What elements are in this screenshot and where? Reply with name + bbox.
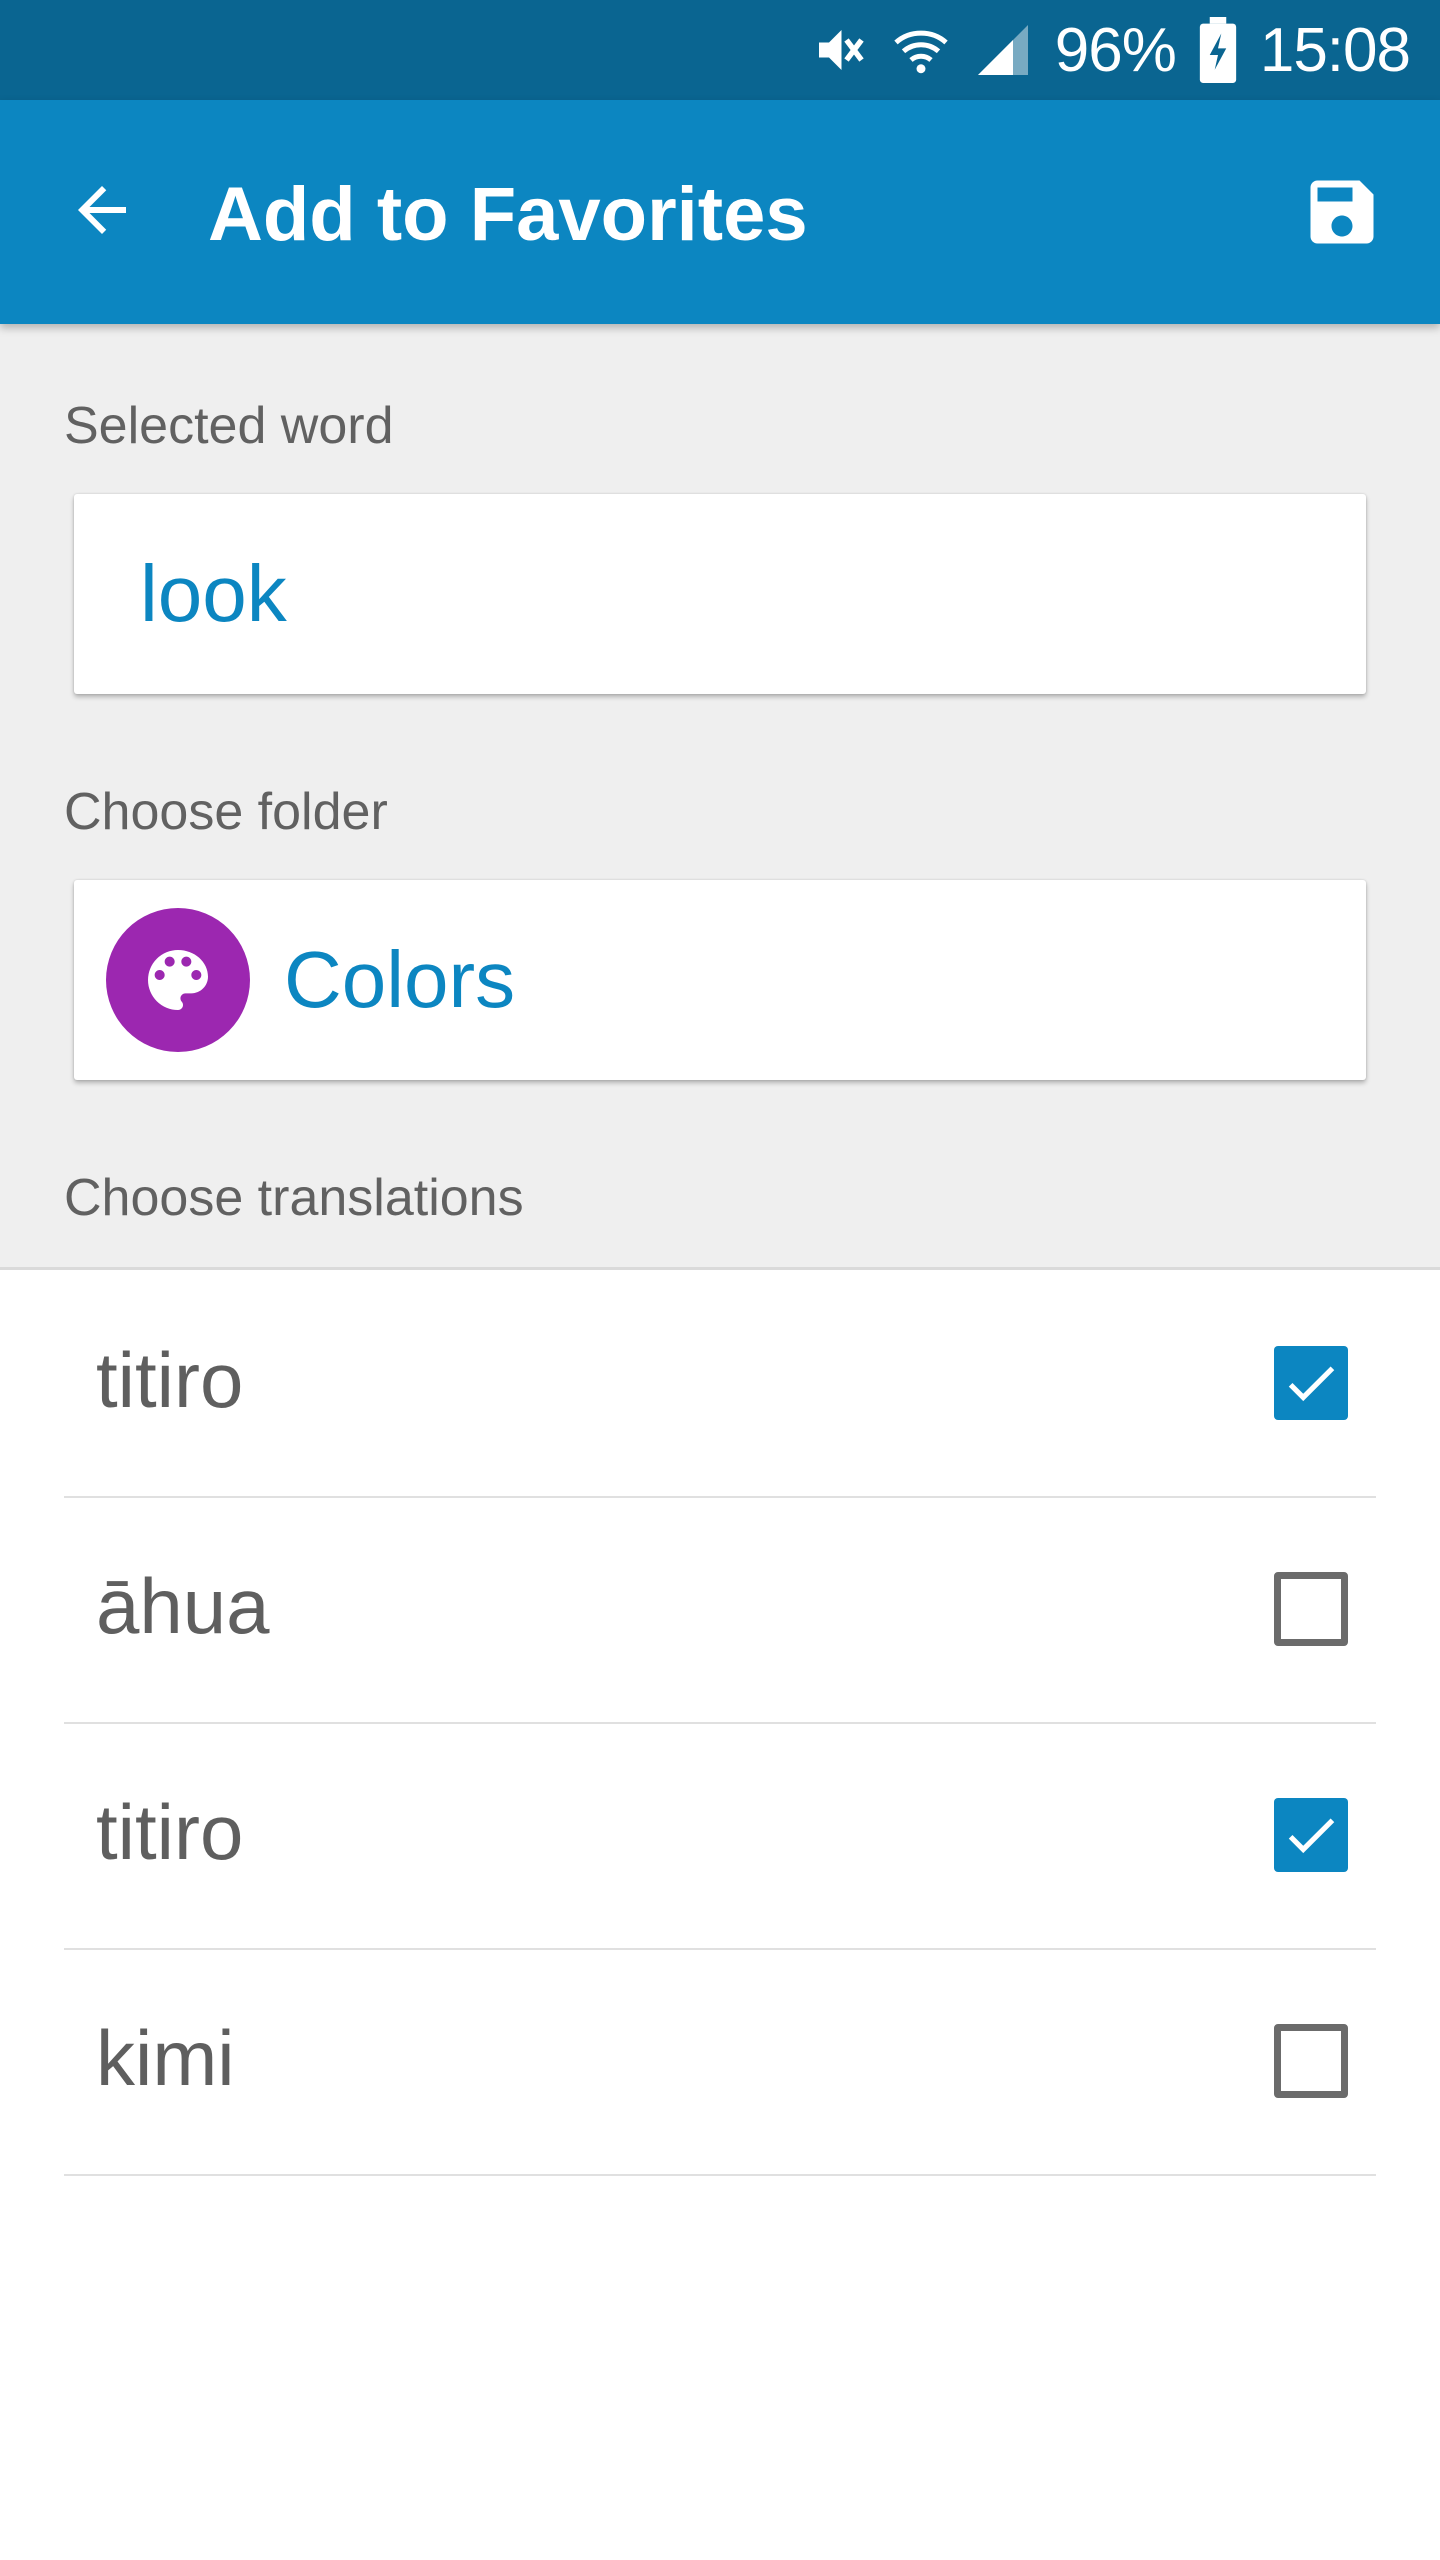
signal-icon: [973, 20, 1033, 80]
palette-icon: [106, 908, 250, 1052]
translation-checkbox[interactable]: [1274, 1346, 1348, 1420]
clock: 15:08: [1259, 15, 1411, 85]
translation-row[interactable]: titiro: [64, 1272, 1376, 1498]
arrow-back-icon: [66, 174, 138, 251]
selected-word-value: look: [140, 549, 287, 638]
translation-text: kimi: [96, 2014, 235, 2102]
wifi-icon: [891, 20, 951, 80]
choose-folder-label: Choose folder: [64, 783, 388, 841]
selected-word-field[interactable]: look: [74, 494, 1366, 694]
status-bar: 96% 15:08: [0, 0, 1440, 100]
translation-list: titiro āhua titiro kimi: [0, 1272, 1440, 2176]
mute-icon: [809, 20, 869, 80]
check-icon: [1288, 1366, 1335, 1402]
translation-text: titiro: [96, 1336, 244, 1424]
save-button[interactable]: [1290, 162, 1394, 266]
translation-row[interactable]: titiro: [64, 1724, 1376, 1950]
battery-percentage: 96%: [1054, 15, 1177, 85]
translation-checkbox[interactable]: [1274, 1572, 1348, 1646]
folder-name: Colors: [284, 935, 516, 1024]
choose-translations-label: Choose translations: [64, 1169, 524, 1227]
translation-row[interactable]: āhua: [64, 1498, 1376, 1724]
translation-checkbox[interactable]: [1274, 2024, 1348, 2098]
check-icon: [1288, 1818, 1335, 1854]
page-title: Add to Favorites: [208, 172, 808, 257]
battery-charging-icon: [1198, 17, 1238, 83]
selected-word-label: Selected word: [64, 397, 394, 455]
app-bar: Add to Favorites: [0, 100, 1440, 324]
translation-text: titiro: [96, 1788, 244, 1876]
folder-selector[interactable]: Colors: [74, 880, 1366, 1080]
back-button[interactable]: [50, 160, 154, 264]
translation-row[interactable]: kimi: [64, 1950, 1376, 2176]
translation-text: āhua: [96, 1562, 270, 1650]
save-icon: [1300, 170, 1384, 259]
favorite-form: Selected word look Choose folder Colors …: [0, 324, 1440, 1270]
translation-checkbox[interactable]: [1274, 1798, 1348, 1872]
